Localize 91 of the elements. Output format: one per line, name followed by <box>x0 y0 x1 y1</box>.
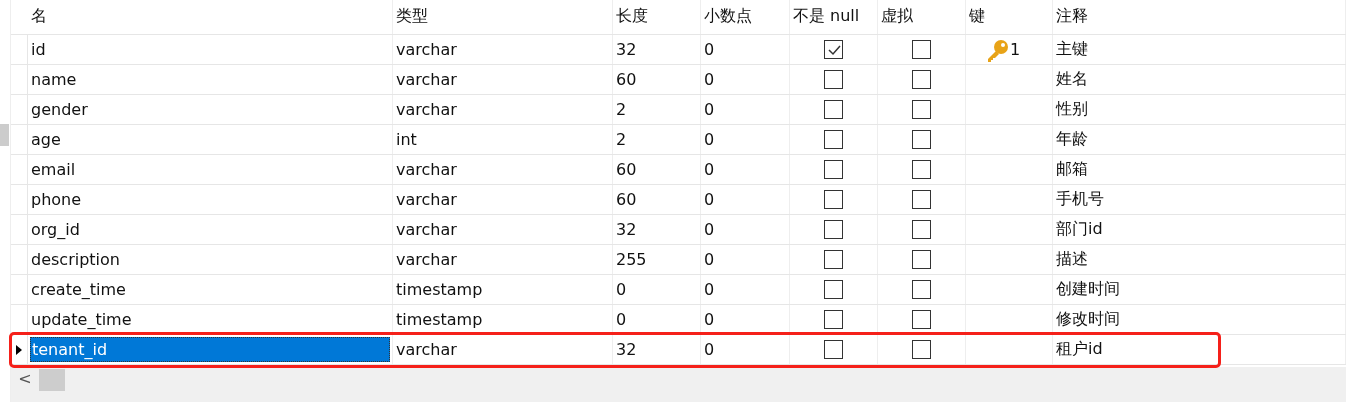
table-cell: 2 <box>616 100 627 119</box>
table-cell: 0 <box>704 310 715 329</box>
table-cell: 32 <box>616 340 637 359</box>
checkbox[interactable] <box>912 70 931 89</box>
table-cell: varchar <box>396 250 457 269</box>
checkbox[interactable] <box>912 160 931 179</box>
scroll-thumb[interactable] <box>0 124 9 146</box>
table-cell: 0 <box>704 250 715 269</box>
key-number: 1 <box>1010 40 1021 59</box>
table-cell: varchar <box>396 70 457 89</box>
table-cell[interactable]: email <box>30 158 77 181</box>
table-cell: 0 <box>704 70 715 89</box>
table-cell[interactable]: create_time <box>30 278 127 301</box>
checkbox[interactable] <box>912 250 931 269</box>
checkbox[interactable] <box>912 310 931 329</box>
checkbox[interactable] <box>824 310 843 329</box>
table-cell[interactable]: name <box>30 68 78 91</box>
table-cell: 性别 <box>1056 99 1088 120</box>
column-header[interactable]: 不是 null <box>793 5 860 27</box>
table-cell: 部门id <box>1056 219 1103 240</box>
checkbox[interactable] <box>912 130 931 149</box>
checkbox[interactable] <box>824 220 843 239</box>
checkbox[interactable] <box>912 340 931 359</box>
table-cell: varchar <box>396 340 457 359</box>
table-cell: 60 <box>616 190 637 209</box>
table-cell[interactable]: description <box>30 248 121 271</box>
table-cell: 2 <box>616 130 627 149</box>
table-cell: 姓名 <box>1056 69 1088 90</box>
checkbox[interactable] <box>824 70 843 89</box>
key-icon <box>986 37 1010 62</box>
table-cell: 创建时间 <box>1056 279 1120 300</box>
table-cell: 255 <box>616 250 647 269</box>
scroll-thumb[interactable] <box>39 369 65 391</box>
table-cell[interactable]: tenant_id <box>30 337 390 362</box>
table-cell: 修改时间 <box>1056 309 1120 330</box>
table-cell[interactable]: org_id <box>30 218 81 241</box>
table-cell: 租户id <box>1056 339 1103 360</box>
checkbox[interactable] <box>824 100 843 119</box>
table-cell: varchar <box>396 190 457 209</box>
table-cell: 0 <box>704 40 715 59</box>
table-cell: 年龄 <box>1056 129 1088 150</box>
checkbox[interactable] <box>912 280 931 299</box>
column-header[interactable]: 名 <box>31 5 47 27</box>
table-cell: 60 <box>616 70 637 89</box>
row-pointer-icon <box>16 344 22 355</box>
table-cell[interactable]: gender <box>30 98 89 121</box>
table-cell: 0 <box>704 220 715 239</box>
table-cell: 32 <box>616 40 637 59</box>
table-cell[interactable]: age <box>30 128 62 151</box>
checkbox[interactable] <box>912 40 931 59</box>
table-cell: 描述 <box>1056 249 1088 270</box>
scroll-left-button[interactable]: < <box>11 369 39 388</box>
table-cell: varchar <box>396 40 457 59</box>
table-cell: 0 <box>616 280 627 299</box>
table-cell: 手机号 <box>1056 189 1104 210</box>
table-cell: 60 <box>616 160 637 179</box>
table-cell: varchar <box>396 220 457 239</box>
checkbox[interactable] <box>912 190 931 209</box>
column-header[interactable]: 键 <box>969 5 985 27</box>
table-cell: 0 <box>704 280 715 299</box>
table-cell: timestamp <box>396 280 483 299</box>
checkbox[interactable] <box>824 280 843 299</box>
table-cell: 主键 <box>1056 39 1088 60</box>
column-header[interactable]: 类型 <box>396 5 428 27</box>
checkbox[interactable] <box>824 250 843 269</box>
checkbox[interactable] <box>912 100 931 119</box>
table-cell: 0 <box>616 310 627 329</box>
table-cell: 0 <box>704 190 715 209</box>
checkbox[interactable] <box>824 160 843 179</box>
table-cell: int <box>396 130 417 149</box>
table-cell: 邮箱 <box>1056 159 1088 180</box>
table-cell[interactable]: id <box>30 38 47 61</box>
column-header[interactable]: 长度 <box>616 5 648 27</box>
table-cell: 0 <box>704 130 715 149</box>
column-header[interactable]: 注释 <box>1056 5 1088 27</box>
table-cell[interactable]: update_time <box>30 308 133 331</box>
checkbox[interactable] <box>824 340 843 359</box>
checkbox[interactable] <box>824 40 843 59</box>
table-cell: 0 <box>704 340 715 359</box>
checkbox[interactable] <box>912 220 931 239</box>
table-cell[interactable]: phone <box>30 188 83 211</box>
column-header[interactable]: 虚拟 <box>881 5 913 27</box>
column-header[interactable]: 小数点 <box>704 5 752 27</box>
table-cell: 32 <box>616 220 637 239</box>
checkbox[interactable] <box>824 130 843 149</box>
table-cell: 0 <box>704 100 715 119</box>
table-cell: varchar <box>396 160 457 179</box>
table-cell: varchar <box>396 100 457 119</box>
table-cell: 0 <box>704 160 715 179</box>
table-cell: timestamp <box>396 310 483 329</box>
checkbox[interactable] <box>824 190 843 209</box>
